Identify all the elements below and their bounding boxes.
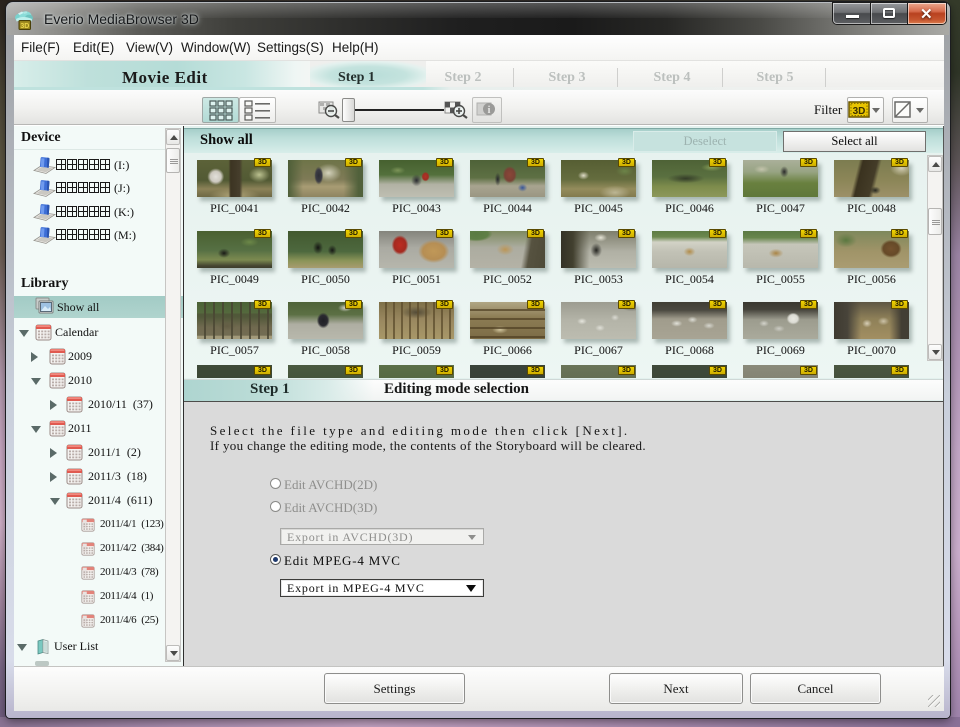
svg-text:3D: 3D [853,106,866,117]
svg-text:3D: 3D [20,23,29,30]
svg-text:i: i [488,105,491,116]
